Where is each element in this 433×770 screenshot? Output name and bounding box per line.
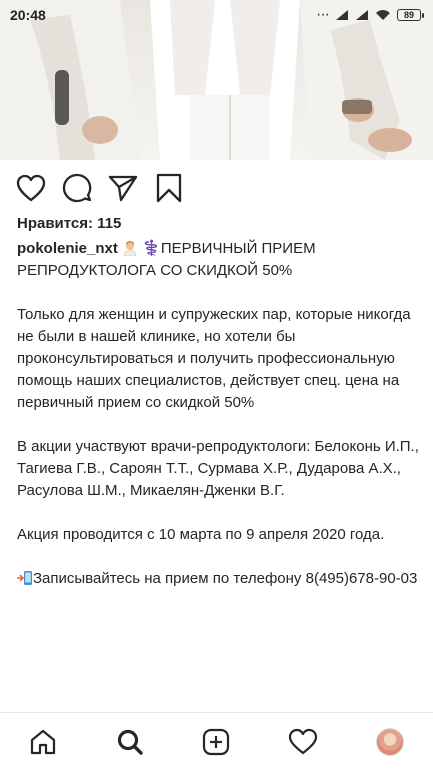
nav-new-post-button[interactable] [191, 717, 241, 767]
nav-search-button[interactable] [105, 717, 155, 767]
caption-paragraph: В акции участвуют врачи-репродуктологи: … [17, 438, 419, 499]
caption-paragraph: Только для женщин и супружеских пар, кот… [17, 306, 411, 411]
likes-count[interactable]: Нравится: 115 [17, 215, 121, 232]
home-icon [31, 729, 56, 754]
share-icon [108, 175, 138, 202]
caption-contact: Записывайтесь на прием по телефону 8(495… [17, 568, 422, 590]
caption-paragraph: Акция проводится с 10 марта по 9 апреля … [17, 526, 385, 543]
activity-icon [288, 728, 318, 754]
phone-arrow-emoji-icon [17, 571, 32, 585]
like-button[interactable] [14, 171, 48, 205]
caption-header: pokolenie_nxt ⚕️ПЕРВИЧНЫЙ ПРИЕМ РЕПРОДУК… [17, 238, 422, 282]
nav-home-button[interactable] [18, 717, 68, 767]
status-time: 20:48 [10, 7, 46, 23]
status-icons: ··· 89 [316, 6, 424, 24]
caption-phone-text: Записывайтесь на прием по телефону 8(495… [33, 570, 418, 587]
bookmark-icon [156, 173, 182, 203]
share-button[interactable] [106, 171, 140, 205]
nav-activity-button[interactable] [278, 717, 328, 767]
comment-button[interactable] [60, 171, 94, 205]
battery-icon: 89 [397, 9, 424, 21]
wifi-icon [375, 9, 391, 21]
post-actions [0, 168, 433, 208]
heart-icon [16, 174, 46, 202]
save-button[interactable] [152, 171, 186, 205]
search-icon [117, 729, 143, 755]
status-bar: 20:48 ··· 89 [0, 0, 433, 30]
comment-icon [62, 173, 92, 203]
new-post-icon [203, 728, 230, 755]
more-dots-icon: ··· [316, 6, 330, 23]
bottom-navigation [0, 712, 433, 770]
author-username[interactable]: pokolenie_nxt [17, 240, 118, 257]
profile-avatar [375, 727, 404, 756]
post-caption: pokolenie_nxt ⚕️ПЕРВИЧНЫЙ ПРИЕМ РЕПРОДУК… [17, 238, 422, 590]
woman-doctor-emoji-icon [123, 241, 137, 256]
nav-profile-button[interactable] [365, 717, 415, 767]
signal-icon [355, 9, 369, 21]
signal-icon [335, 9, 349, 21]
